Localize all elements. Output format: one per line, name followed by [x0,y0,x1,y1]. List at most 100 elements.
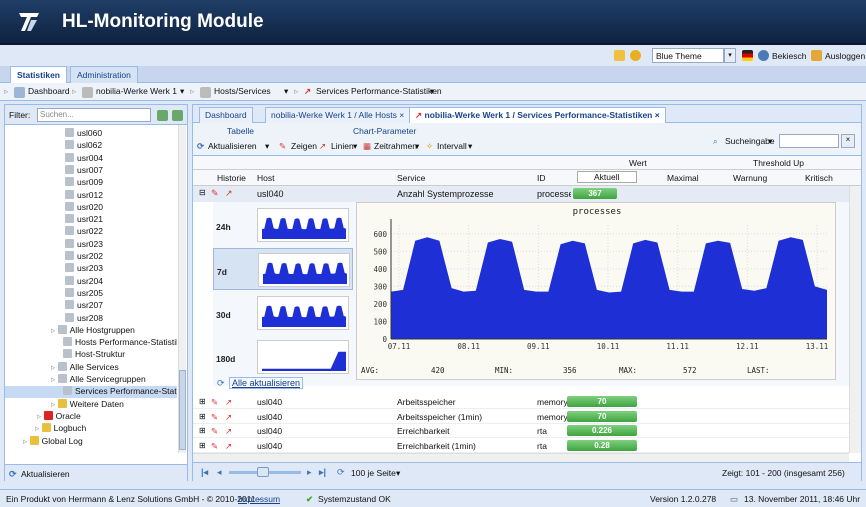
tree-item[interactable]: usr022 [5,226,177,238]
show-button[interactable]: Zeigen [291,141,317,151]
chevron-down-icon[interactable]: ▾ [768,136,772,147]
key-icon[interactable] [630,50,641,61]
grid-scrollbar[interactable] [849,186,861,453]
chart-icon[interactable]: ↗ [225,426,232,437]
tree-item[interactable]: usr205 [5,287,177,300]
chevron-down-icon[interactable]: ▾ [724,48,736,63]
tab-alle-hosts[interactable]: nobilia-Werke Werk 1 / Alle Hosts × [265,107,411,123]
expand-icon[interactable]: ▹ [51,374,58,384]
refresh-table-button[interactable]: Aktualisieren [208,141,257,151]
chart-icon[interactable]: ↗ [225,441,232,452]
expand-row-icon[interactable]: ⊞ [199,397,206,406]
refresh-icon[interactable]: ⟳ [9,469,17,480]
logout-link[interactable]: Ausloggen [825,51,865,61]
tree-item[interactable]: usr007 [5,164,177,177]
per-page-select[interactable]: 100 je Seite [351,468,396,478]
expanded-row[interactable]: ⊟ ✎ ↗ usl040 Anzahl Systemprozesse proce… [193,186,849,202]
clear-search-icon[interactable]: × [841,134,855,148]
chevron-down-icon[interactable]: ▾ [468,141,472,152]
tree-item[interactable]: usr207 [5,300,177,312]
pencil-icon[interactable]: ✎ [211,441,218,452]
period-button[interactable]: 180d [213,336,353,378]
tree-item[interactable]: usr023 [5,238,177,251]
tree-item[interactable]: ▹ Weitere Daten [5,398,177,411]
col-historie[interactable]: Historie [217,173,246,183]
table-row[interactable]: ⊞ ✎ ↗ usl040 Arbeitsspeicher memory 70 [193,395,849,409]
impressum-link[interactable]: Impressum [238,494,280,504]
expand-icon[interactable]: ▹ [51,399,58,409]
chart-icon[interactable]: ↗ [225,397,232,408]
tree-item[interactable]: Services Performance-Statistik [5,386,177,399]
chevron-down-icon[interactable]: ▾ [415,141,419,152]
expand-icon[interactable]: ▹ [37,411,44,421]
theme-select[interactable]: Blue Theme [652,48,724,63]
first-page-icon[interactable]: |◂ [201,467,208,478]
collapse-icon[interactable] [172,110,183,121]
breadcrumb-werk[interactable]: nobilia-Werke Werk 1 [96,86,177,96]
chart-thumbnail[interactable] [257,296,349,330]
chevron-down-icon[interactable]: ▾ [284,86,288,97]
refresh-all-link[interactable]: Alle aktualisieren [229,377,304,389]
tree-item[interactable]: Hosts Performance-Statistiken [5,337,177,349]
chevron-down-icon[interactable]: ▾ [430,86,434,97]
tree-item[interactable]: usr004 [5,152,177,165]
chart-icon[interactable]: ↗ [225,188,233,199]
last-page-icon[interactable]: ▸| [319,467,326,478]
collapse-row-icon[interactable]: ⊟ [199,188,206,197]
breadcrumb-hosts-services[interactable]: Hosts/Services [214,86,271,96]
tree-item[interactable]: Host-Struktur [5,349,177,361]
period-button[interactable]: 7d [213,248,353,290]
col-kritisch[interactable]: Kritisch [805,173,833,183]
pencil-icon[interactable]: ✎ [211,412,218,423]
tree-item[interactable]: ▹ Alle Hostgruppen [5,324,177,337]
breadcrumb-dashboard[interactable]: Dashboard [28,86,70,96]
refresh-button[interactable]: Aktualisieren [21,469,70,479]
timeframe-button[interactable]: Zeitrahmen [374,141,417,151]
tree-item[interactable]: ▹ Logbuch [5,423,177,435]
col-id[interactable]: ID [537,173,546,183]
period-button[interactable]: 30d [213,292,353,334]
tab-statistiken[interactable]: Statistiken [10,66,67,83]
pencil-icon[interactable]: ✎ [211,426,218,437]
col-warnung[interactable]: Warnung [733,173,767,183]
breadcrumb-services-perf[interactable]: Services Performance-Statistiken [316,86,442,96]
tree-item[interactable]: usr021 [5,214,177,226]
tree-item[interactable]: usr208 [5,312,177,325]
expand-icon[interactable]: ▹ [23,436,30,446]
tree-scrollbar-thumb[interactable] [179,370,186,450]
close-icon[interactable]: × [655,110,660,120]
username[interactable]: Bekiesch [772,51,807,61]
expand-icon[interactable]: ▹ [51,362,58,372]
tree-item[interactable]: ▹ Alle Servicegruppen [5,374,177,386]
expand-row-icon[interactable]: ⊞ [199,412,206,421]
next-page-icon[interactable]: ▸ [307,467,312,478]
filter-input[interactable]: Suchen... [37,108,151,122]
expand-icon[interactable]: ▹ [35,423,42,433]
tree-item[interactable]: ▹ Alle Services [5,361,177,374]
chevron-down-icon[interactable]: ▾ [180,86,184,97]
period-button[interactable]: 24h [213,204,353,246]
refresh-icon[interactable]: ⟳ [337,467,345,478]
col-service[interactable]: Service [397,173,425,183]
tab-dashboard[interactable]: Dashboard [199,107,253,123]
interval-button[interactable]: Intervall [437,141,467,151]
tab-administration[interactable]: Administration [70,66,138,83]
table-row[interactable]: ⊞ ✎ ↗ usl040 Erreichbarkeit (1min) rta 0.28 [193,439,849,453]
tree-item[interactable]: usr020 [5,201,177,214]
clipboard-icon[interactable] [614,50,625,61]
logout-icon[interactable] [811,50,822,61]
tab-services-perf[interactable]: ↗ nobilia-Werke Werk 1 / Services Perfor… [409,107,666,123]
tree-item[interactable]: usr203 [5,263,177,275]
chart-thumbnail[interactable] [258,253,350,287]
col-aktuell[interactable]: Aktuell [577,171,637,183]
tree-item[interactable]: usr012 [5,189,177,202]
page-slider-thumb[interactable] [257,467,269,477]
search-input[interactable] [779,134,839,148]
lines-button[interactable]: Linien [331,141,354,151]
col-maximal[interactable]: Maximal [667,173,699,183]
chevron-down-icon[interactable]: ▾ [265,141,269,152]
chart-thumbnail[interactable] [257,340,349,374]
pencil-icon[interactable]: ✎ [211,188,219,199]
tree-item[interactable]: ▹ Global Log [5,435,177,448]
tree-item[interactable]: usr204 [5,275,177,288]
